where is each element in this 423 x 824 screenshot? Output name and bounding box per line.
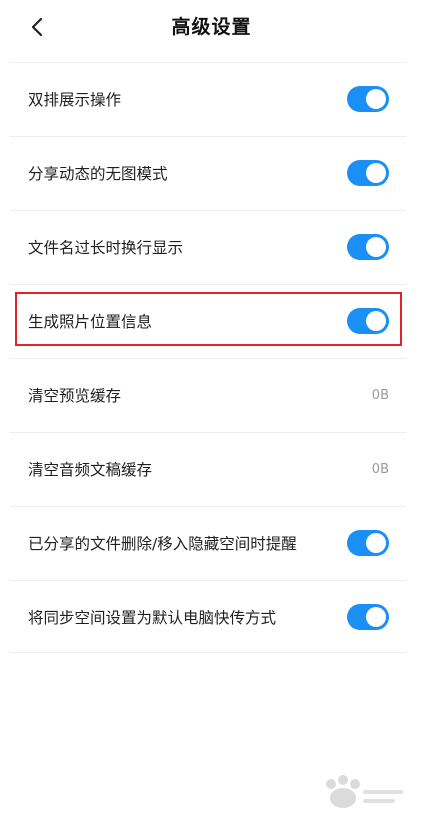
toggle-knob [366,607,386,627]
setting-row-photo-location: 生成照片位置信息 [10,284,406,359]
toggle-knob [366,533,386,553]
toggle-knob [366,311,386,331]
setting-label: 生成照片位置信息 [28,313,153,331]
cache-size-value: 0B [371,462,389,477]
setting-row-clear-audio-cache[interactable]: 清空音频文稿缓存 0B [10,432,406,507]
cache-size-value: 0B [371,388,389,403]
shared-file-reminder-toggle[interactable] [347,530,389,556]
setting-row-filename-wrap: 文件名过长时换行显示 [10,210,406,285]
toggle-knob [366,163,386,183]
setting-label: 清空音频文稿缓存 [28,461,153,479]
watermark-logo [326,775,403,808]
filename-wrap-toggle[interactable] [347,234,389,260]
setting-row-no-image-mode: 分享动态的无图模式 [10,136,406,211]
toggle-knob [366,237,386,257]
photo-location-toggle[interactable] [347,308,389,334]
quick-transfer-toggle[interactable] [347,604,389,630]
setting-label: 已分享的文件删除/移入隐藏空间时提醒 [28,535,297,553]
setting-row-clear-preview-cache[interactable]: 清空预览缓存 0B [10,358,406,433]
double-column-toggle[interactable] [347,86,389,112]
setting-label: 将同步空间设置为默认电脑快传方式 [28,609,277,627]
no-image-mode-toggle[interactable] [347,160,389,186]
setting-row-default-quick-transfer: 将同步空间设置为默认电脑快传方式 [10,580,406,655]
setting-row-shared-file-delete-reminder: 已分享的文件删除/移入隐藏空间时提醒 [10,506,406,581]
list-divider [10,652,406,653]
header-bar: 高级设置 [0,0,423,52]
setting-label: 双排展示操作 [28,91,122,109]
setting-label: 文件名过长时换行显示 [28,239,184,257]
page-title: 高级设置 [171,16,252,38]
setting-row-double-column: 双排展示操作 [10,62,406,137]
toggle-knob [366,89,386,109]
setting-label: 清空预览缓存 [28,387,122,405]
setting-label: 分享动态的无图模式 [28,165,168,183]
